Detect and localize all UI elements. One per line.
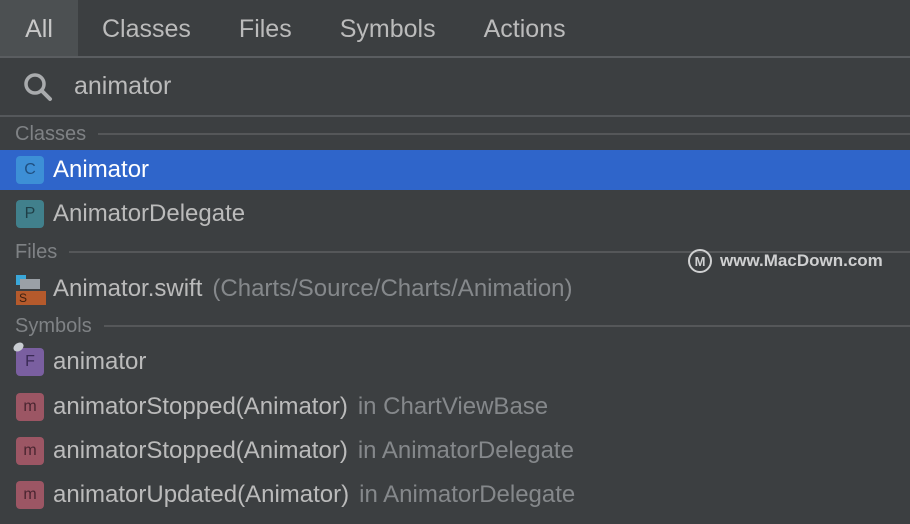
result-symbol[interactable]: m animatorUpdated(Animator) in AnimatorDel… [0, 475, 910, 515]
group-header-classes: Classes [0, 121, 910, 147]
group-label: Files [15, 240, 58, 263]
result-name: AnimatorDelegate [53, 200, 246, 227]
result-class-animator[interactable]: C Animator [0, 150, 910, 190]
group-header-symbols: Symbols [0, 313, 910, 339]
search-icon [24, 72, 52, 101]
watermark-text: www.MacDown.com [720, 251, 883, 270]
result-name: animatorUpdated(Animator) [53, 481, 350, 508]
scope-tabs: All Classes Files Symbols Actions [0, 0, 910, 58]
method-icon: m [16, 481, 44, 509]
divider [103, 325, 910, 327]
protocol-icon: P [16, 200, 44, 228]
result-context: in AnimatorDelegate [359, 481, 576, 508]
divider [98, 133, 910, 135]
result-context: in AnimatorDelegate [357, 437, 574, 464]
class-icon: C [16, 156, 44, 184]
tab-files[interactable]: Files [215, 0, 316, 56]
result-symbol[interactable]: Fanimator [0, 340, 910, 382]
result-path: (Charts/Source/Charts/Animation) [212, 275, 573, 302]
result-symbol[interactable]: m animatorStopped(Animator) in ChartViewBa… [0, 387, 910, 427]
result-protocol-animatordelegate[interactable]: P AnimatorDelegate [0, 194, 910, 234]
field-icon: F [11, 340, 44, 376]
result-context: in ChartViewBase [357, 393, 549, 420]
method-icon: m [16, 437, 44, 465]
group-label: Symbols [15, 314, 92, 337]
tab-actions[interactable]: Actions [460, 0, 590, 56]
tab-classes[interactable]: Classes [78, 0, 215, 56]
search-bar [0, 58, 910, 117]
result-file-animator-swift[interactable]: S Animator.swift (Charts/Source/Charts/An… [0, 269, 910, 309]
tab-symbols[interactable]: Symbols [316, 0, 460, 56]
watermark: Mwww.MacDown.com [688, 249, 883, 273]
method-icon: m [16, 393, 44, 421]
swift-file-icon: S [16, 275, 46, 305]
result-name: animatorStopped(Animator) [53, 437, 348, 464]
search-input[interactable] [74, 72, 674, 101]
group-label: Classes [15, 122, 87, 145]
macdown-logo-icon: M [688, 249, 712, 273]
result-symbol[interactable]: m animatorStopped(Animator) in AnimatorDel… [0, 431, 910, 471]
result-name: Animator [53, 156, 150, 183]
result-name: animatorStopped(Animator) [53, 393, 348, 420]
result-name: animator [53, 348, 147, 375]
tab-all[interactable]: All [0, 0, 78, 56]
result-name: Animator.swift [53, 275, 203, 302]
